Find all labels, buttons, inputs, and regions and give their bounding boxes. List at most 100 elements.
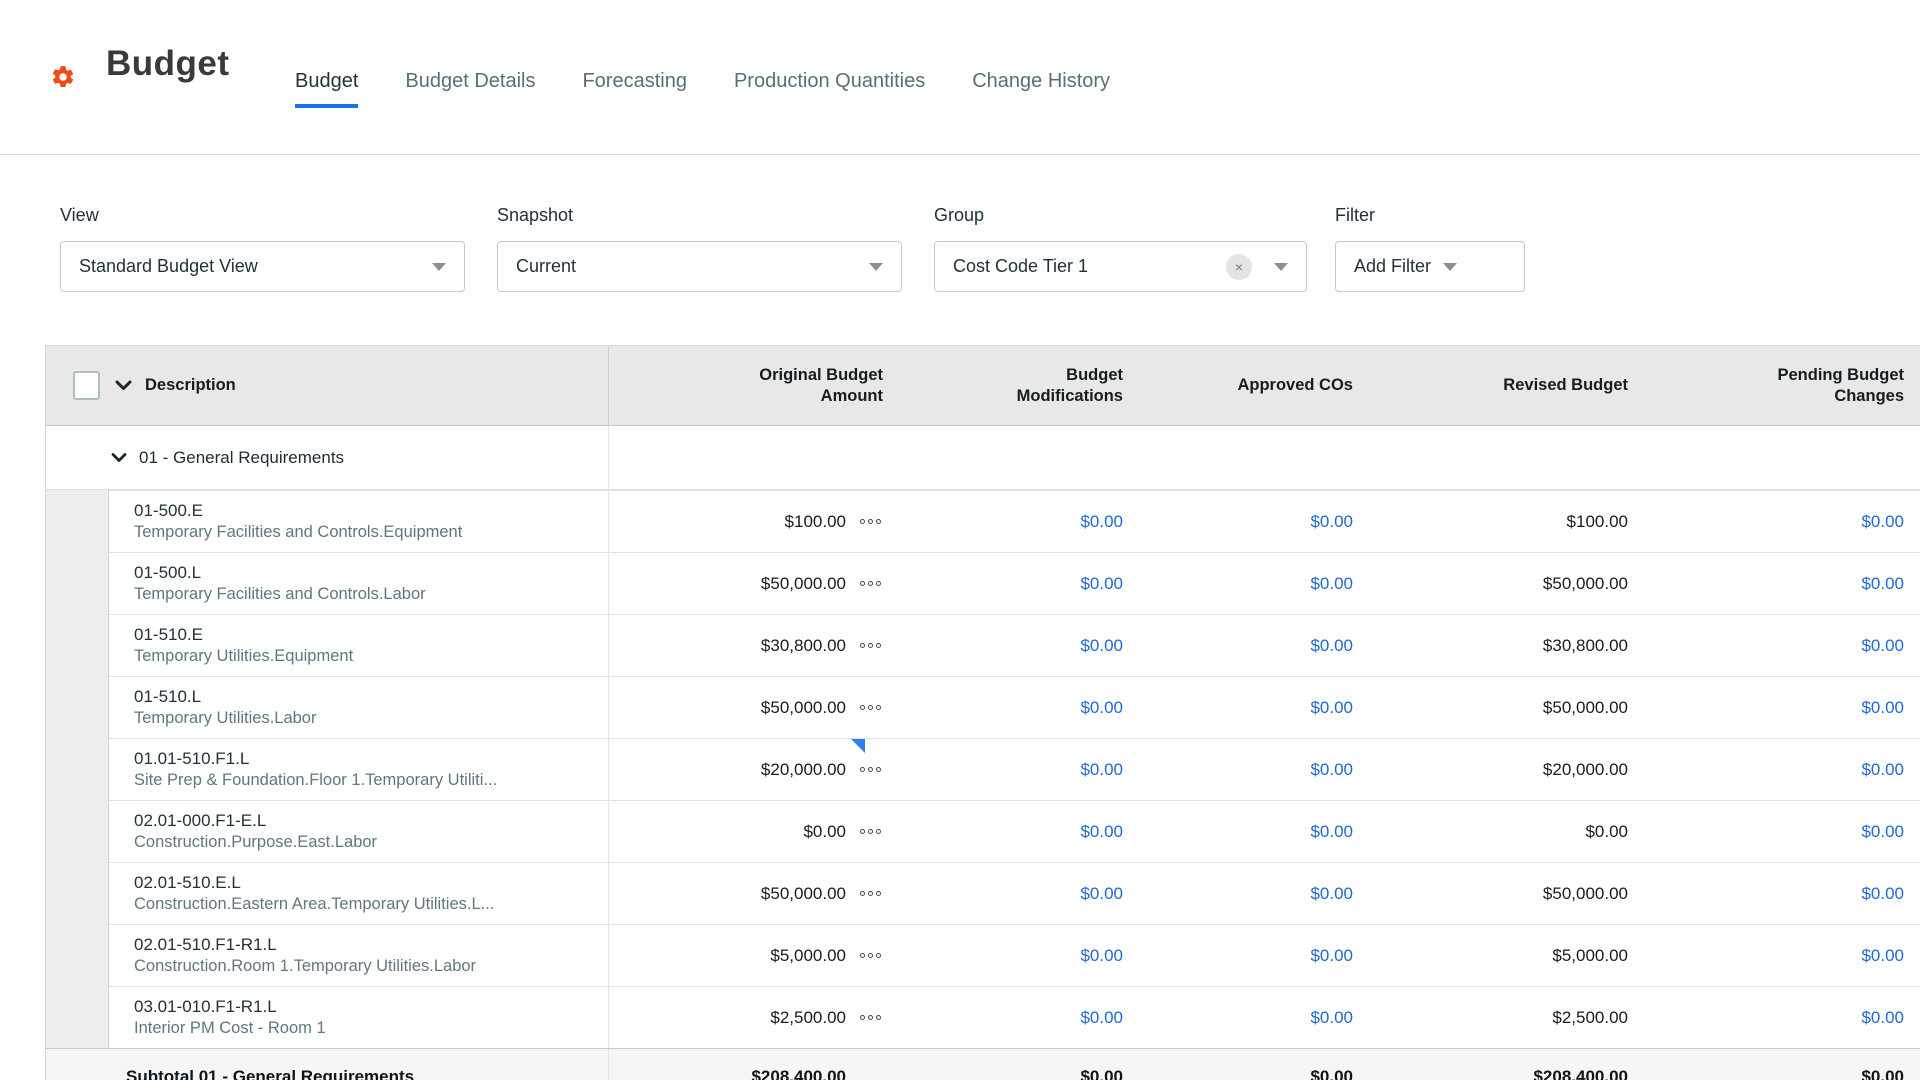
budget-modifications-link[interactable]: $0.00 xyxy=(899,738,1139,800)
table-header-row: Description Original Budget Amount Budge… xyxy=(46,346,1920,426)
approved-cos-link[interactable]: $0.00 xyxy=(1139,862,1369,924)
table-row: 03.01-010.F1-R1.L Interior PM Cost - Room… xyxy=(46,986,1920,1048)
cost-code: 01-510.E xyxy=(134,625,203,645)
cost-code: 01-500.E xyxy=(134,501,203,521)
collapse-group-chevron-icon[interactable] xyxy=(111,452,127,463)
more-options-icon[interactable] xyxy=(860,767,883,772)
group-header-cell: 01 - General Requirements xyxy=(46,426,609,489)
pending-changes-link[interactable]: $0.00 xyxy=(1644,800,1920,862)
pending-changes-link[interactable]: $0.00 xyxy=(1644,986,1920,1048)
budget-modifications-link[interactable]: $0.00 xyxy=(899,800,1139,862)
cost-code-description: Temporary Facilities and Controls.Labor xyxy=(134,584,426,603)
budget-modifications-link[interactable]: $0.00 xyxy=(899,862,1139,924)
cost-code-description: Construction.Purpose.East.Labor xyxy=(134,832,378,851)
filter-label: Filter xyxy=(1335,205,1375,225)
add-filter-select[interactable]: Add Filter xyxy=(1335,241,1525,292)
more-options-icon[interactable] xyxy=(860,1015,883,1020)
original-budget-cell: $0.00 xyxy=(609,800,899,862)
budget-modifications-link[interactable]: $0.00 xyxy=(899,490,1139,552)
chevron-down-icon xyxy=(869,262,883,271)
approved-cos-link[interactable]: $0.00 xyxy=(1139,490,1369,552)
snapshot-control: Snapshot Current xyxy=(497,205,902,292)
column-header-revised-budget: Revised Budget xyxy=(1503,376,1628,395)
budget-modifications-link[interactable]: $0.00 xyxy=(899,924,1139,986)
more-options-icon[interactable] xyxy=(860,705,883,710)
tab-budget[interactable]: Budget xyxy=(295,70,359,108)
revised-budget-cell: $50,000.00 xyxy=(1369,676,1644,738)
tab-production-quantities[interactable]: Production Quantities xyxy=(734,70,925,108)
budget-modifications-link[interactable]: $0.00 xyxy=(899,552,1139,614)
pending-changes-link[interactable]: $0.00 xyxy=(1644,552,1920,614)
cost-code: 02.01-000.F1-E.L xyxy=(134,811,267,831)
view-select-value: Standard Budget View xyxy=(79,256,258,276)
revised-budget-cell: $0.00 xyxy=(1369,800,1644,862)
cost-code-description: Interior PM Cost - Room 1 xyxy=(134,1018,326,1037)
group-indent-gutter xyxy=(46,924,109,986)
more-options-icon[interactable] xyxy=(860,643,883,648)
more-options-icon[interactable] xyxy=(860,953,883,958)
collapse-all-chevron-icon[interactable] xyxy=(115,380,132,391)
budget-modifications-link[interactable]: $0.00 xyxy=(899,986,1139,1048)
more-options-icon[interactable] xyxy=(860,891,883,896)
view-control: View Standard Budget View xyxy=(60,205,465,292)
gear-icon[interactable] xyxy=(50,64,76,90)
column-header-approved-cos: Approved COs xyxy=(1237,376,1353,395)
group-name: 01 - General Requirements xyxy=(139,447,345,467)
chevron-down-icon xyxy=(1443,262,1458,271)
tab-change-history[interactable]: Change History xyxy=(972,70,1110,108)
pending-changes-link[interactable]: $0.00 xyxy=(1644,676,1920,738)
view-select[interactable]: Standard Budget View xyxy=(60,241,465,292)
header-divider xyxy=(0,154,1920,155)
approved-cos-link[interactable]: $0.00 xyxy=(1139,986,1369,1048)
cost-code: 01-500.L xyxy=(134,563,202,583)
cost-code: 02.01-510.F1-R1.L xyxy=(134,935,277,955)
cost-code-description: Temporary Utilities.Equipment xyxy=(134,646,354,665)
group-indent-gutter xyxy=(46,676,109,738)
approved-cos-link[interactable]: $0.00 xyxy=(1139,800,1369,862)
approved-cos-link[interactable]: $0.00 xyxy=(1139,614,1369,676)
group-select[interactable]: Cost Code Tier 1 × xyxy=(934,241,1307,292)
snapshot-label: Snapshot xyxy=(497,205,574,225)
subtotal-revised-budget: $208,400.00 xyxy=(1533,1066,1628,1080)
original-budget-cell: $50,000.00 xyxy=(609,676,899,738)
approved-cos-link[interactable]: $0.00 xyxy=(1139,676,1369,738)
tab-forecasting[interactable]: Forecasting xyxy=(582,70,687,108)
pending-changes-link[interactable]: $0.00 xyxy=(1644,490,1920,552)
pending-changes-link[interactable]: $0.00 xyxy=(1644,738,1920,800)
group-label: Group xyxy=(934,205,985,225)
subtotal-row: Subtotal 01 - General Requirements $208,… xyxy=(46,1048,1920,1080)
group-indent-gutter xyxy=(46,490,109,552)
pending-changes-link[interactable]: $0.00 xyxy=(1644,924,1920,986)
column-header-pending-budget-changes: Pending Budget Changes xyxy=(1777,366,1905,405)
subtotal-approved-cos: $0.00 xyxy=(1310,1066,1353,1080)
pending-changes-link[interactable]: $0.00 xyxy=(1644,862,1920,924)
budget-page: Budget Budget Budget Details Forecasting… xyxy=(0,0,1920,1080)
more-options-icon[interactable] xyxy=(860,581,883,586)
tab-budget-details[interactable]: Budget Details xyxy=(405,70,535,108)
more-options-icon[interactable] xyxy=(860,829,883,834)
snapshot-select-value: Current xyxy=(516,256,577,276)
group-indent-gutter xyxy=(46,986,109,1048)
group-indent-gutter xyxy=(46,552,109,614)
page-title: Budget xyxy=(106,44,230,83)
revised-budget-cell: $2,500.00 xyxy=(1369,986,1644,1048)
approved-cos-link[interactable]: $0.00 xyxy=(1139,552,1369,614)
chevron-down-icon xyxy=(1274,262,1288,271)
approved-cos-link[interactable]: $0.00 xyxy=(1139,738,1369,800)
budget-modifications-link[interactable]: $0.00 xyxy=(899,614,1139,676)
snapshot-select[interactable]: Current xyxy=(497,241,902,292)
column-header-description: Description xyxy=(145,376,236,395)
budget-table: Description Original Budget Amount Budge… xyxy=(45,345,1920,1080)
cost-code-description: Site Prep & Foundation.Floor 1.Temporary… xyxy=(134,770,498,789)
budget-modifications-link[interactable]: $0.00 xyxy=(899,676,1139,738)
select-all-checkbox[interactable] xyxy=(73,371,100,400)
table-row: 01-500.E Temporary Facilities and Control… xyxy=(46,490,1920,552)
group-control: Group Cost Code Tier 1 × xyxy=(934,205,1307,292)
more-options-icon[interactable] xyxy=(860,519,883,524)
cell-flag-icon xyxy=(851,739,865,753)
approved-cos-link[interactable]: $0.00 xyxy=(1139,924,1369,986)
pending-changes-link[interactable]: $0.00 xyxy=(1644,614,1920,676)
original-budget-cell: $2,500.00 xyxy=(609,986,899,1048)
remove-group-icon[interactable]: × xyxy=(1226,253,1252,280)
subtotal-budget-modifications: $0.00 xyxy=(1080,1066,1123,1080)
